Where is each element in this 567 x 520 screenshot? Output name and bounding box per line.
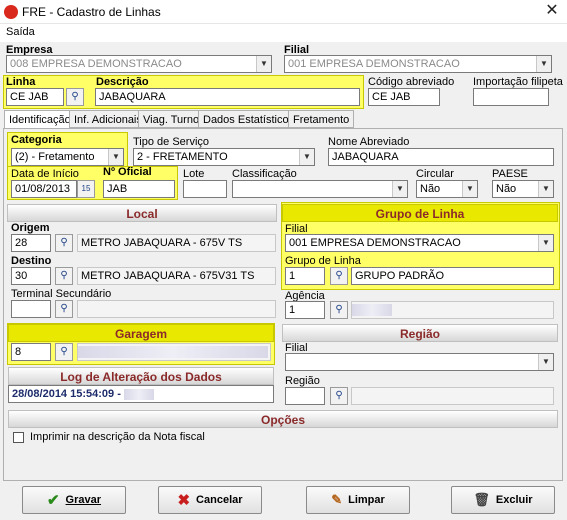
filial-select[interactable]: 001 EMPRESA DEMONSTRACAO ▼ bbox=[284, 55, 552, 73]
garagem-desc bbox=[77, 343, 271, 361]
categoria-select[interactable]: (2) - Fretamento ▼ bbox=[11, 148, 124, 166]
terminal-label: Terminal Secundário bbox=[11, 288, 112, 300]
binoculars-icon[interactable]: ⚲ bbox=[55, 234, 73, 252]
tab-identificacao[interactable]: Identificação bbox=[4, 110, 76, 129]
linha-label: Linha bbox=[6, 76, 36, 88]
importacao-label: Importação filipeta bbox=[473, 76, 563, 88]
data-label: Data de Início bbox=[11, 168, 79, 180]
menu-saida[interactable]: Saída bbox=[6, 26, 35, 38]
regiao-header: Região bbox=[282, 324, 558, 342]
agencia-code[interactable]: 1 bbox=[285, 301, 325, 319]
chevron-down-icon: ▼ bbox=[462, 181, 477, 197]
destino-desc: METRO JABAQUARA - 675V31 TS bbox=[77, 267, 276, 285]
descricao-label: Descrição bbox=[96, 76, 149, 88]
circular-label: Circular bbox=[416, 168, 454, 180]
classif-select[interactable]: ▼ bbox=[232, 180, 408, 198]
paese-label: PAESE bbox=[492, 168, 528, 180]
garagem-header: Garagem bbox=[8, 324, 274, 342]
importacao-input[interactable] bbox=[473, 88, 549, 106]
oficial-input[interactable]: JAB bbox=[103, 180, 175, 198]
chevron-down-icon: ▼ bbox=[536, 56, 551, 72]
regiao-filial-select[interactable]: ▼ bbox=[285, 353, 554, 371]
imprimir-checkbox[interactable] bbox=[13, 432, 24, 443]
tipo-select[interactable]: 2 - FRETAMENTO ▼ bbox=[133, 148, 315, 166]
grupo-filial-select[interactable]: 001 EMPRESA DEMONSTRACAO ▼ bbox=[285, 234, 554, 252]
grupo-header: Grupo de Linha bbox=[282, 204, 558, 222]
chevron-down-icon: ▼ bbox=[299, 149, 314, 165]
origem-label: Origem bbox=[11, 222, 50, 234]
binoculars-icon[interactable]: ⚲ bbox=[55, 300, 73, 318]
local-header: Local bbox=[7, 204, 277, 222]
tab-inf-adicionais[interactable]: Inf. Adicionais bbox=[69, 110, 147, 128]
app-icon bbox=[4, 5, 18, 19]
binoculars-icon[interactable]: ⚲ bbox=[66, 88, 84, 106]
chevron-down-icon: ▼ bbox=[538, 235, 553, 251]
menu-bar bbox=[0, 24, 567, 42]
grupo-code[interactable]: 1 bbox=[285, 267, 325, 285]
origem-desc: METRO JABAQUARA - 675V TS bbox=[77, 234, 276, 252]
binoculars-icon[interactable]: ⚲ bbox=[330, 267, 348, 285]
trash-icon: 🗑 bbox=[473, 492, 490, 507]
linha-input[interactable]: CE JAB bbox=[6, 88, 64, 106]
grupo-desc: GRUPO PADRÃO bbox=[351, 267, 554, 285]
close-icon[interactable]: ✕ bbox=[541, 1, 563, 21]
limpar-button[interactable]: ✎ Limpar bbox=[306, 486, 410, 514]
binoculars-icon[interactable]: ⚲ bbox=[330, 301, 348, 319]
circular-select[interactable]: Não ▼ bbox=[416, 180, 478, 198]
lote-label: Lote bbox=[183, 168, 205, 180]
grupo-linha-label: Grupo de Linha bbox=[285, 255, 361, 267]
codigo-input[interactable]: CE JAB bbox=[368, 88, 440, 106]
nome-input[interactable]: JABAQUARA bbox=[328, 148, 554, 166]
codigo-label: Código abreviado bbox=[368, 76, 455, 88]
destino-code[interactable]: 30 bbox=[11, 267, 51, 285]
data-input[interactable]: 01/08/2013 bbox=[11, 180, 77, 198]
chevron-down-icon: ▼ bbox=[538, 181, 553, 197]
terminal-code[interactable] bbox=[11, 300, 51, 318]
binoculars-icon[interactable]: ⚲ bbox=[55, 343, 73, 361]
excluir-button[interactable]: 🗑 Excluir bbox=[451, 486, 555, 514]
cancel-icon: ✖ bbox=[177, 492, 191, 509]
paese-select[interactable]: Não ▼ bbox=[492, 180, 554, 198]
binoculars-icon[interactable]: ⚲ bbox=[330, 387, 348, 405]
terminal-desc bbox=[77, 300, 276, 318]
nome-label: Nome Abreviado bbox=[328, 136, 410, 148]
check-icon: ✔ bbox=[46, 492, 60, 509]
chevron-down-icon: ▼ bbox=[392, 181, 407, 197]
lote-input[interactable] bbox=[183, 180, 227, 198]
tab-fretamento[interactable]: Fretamento bbox=[288, 110, 355, 128]
binoculars-icon[interactable]: ⚲ bbox=[55, 267, 73, 285]
cancelar-button[interactable]: ✖ Cancelar bbox=[158, 486, 262, 514]
regiao-desc bbox=[351, 387, 554, 405]
agencia-desc bbox=[351, 301, 554, 319]
chevron-down-icon: ▼ bbox=[256, 56, 271, 72]
garagem-code[interactable]: 8 bbox=[11, 343, 51, 361]
broom-icon: ✎ bbox=[331, 492, 343, 507]
log-value: 28/08/2014 15:54:09 - bbox=[8, 385, 274, 403]
empresa-select[interactable]: 008 EMPRESA DEMONSTRACAO ▼ bbox=[6, 55, 272, 73]
chevron-down-icon: ▼ bbox=[108, 149, 123, 165]
categoria-label: Categoria bbox=[11, 134, 62, 146]
destino-label: Destino bbox=[11, 255, 52, 267]
window-title: FRE - Cadastro de Linhas bbox=[22, 5, 161, 19]
log-header: Log de Alteração dos Dados bbox=[8, 367, 274, 385]
tab-dados-estatisticos[interactable]: Dados Estatísticos bbox=[198, 110, 300, 128]
regiao-label: Região bbox=[285, 375, 320, 387]
tipo-label: Tipo de Serviço bbox=[133, 136, 210, 148]
tab-viag-turno[interactable]: Viag. Turno bbox=[138, 110, 205, 128]
gravar-button[interactable]: ✔ Gravar bbox=[22, 486, 126, 514]
oficial-label: Nº Oficial bbox=[103, 166, 152, 178]
calendar-icon[interactable]: 15 bbox=[77, 180, 95, 198]
origem-code[interactable]: 28 bbox=[11, 234, 51, 252]
regiao-code[interactable] bbox=[285, 387, 325, 405]
imprimir-label: Imprimir na descrição da Nota fiscal bbox=[30, 431, 205, 443]
descricao-input[interactable]: JABAQUARA bbox=[95, 88, 360, 106]
classif-label: Classificação bbox=[232, 168, 297, 180]
chevron-down-icon: ▼ bbox=[538, 354, 553, 370]
opcoes-header: Opções bbox=[8, 410, 558, 428]
